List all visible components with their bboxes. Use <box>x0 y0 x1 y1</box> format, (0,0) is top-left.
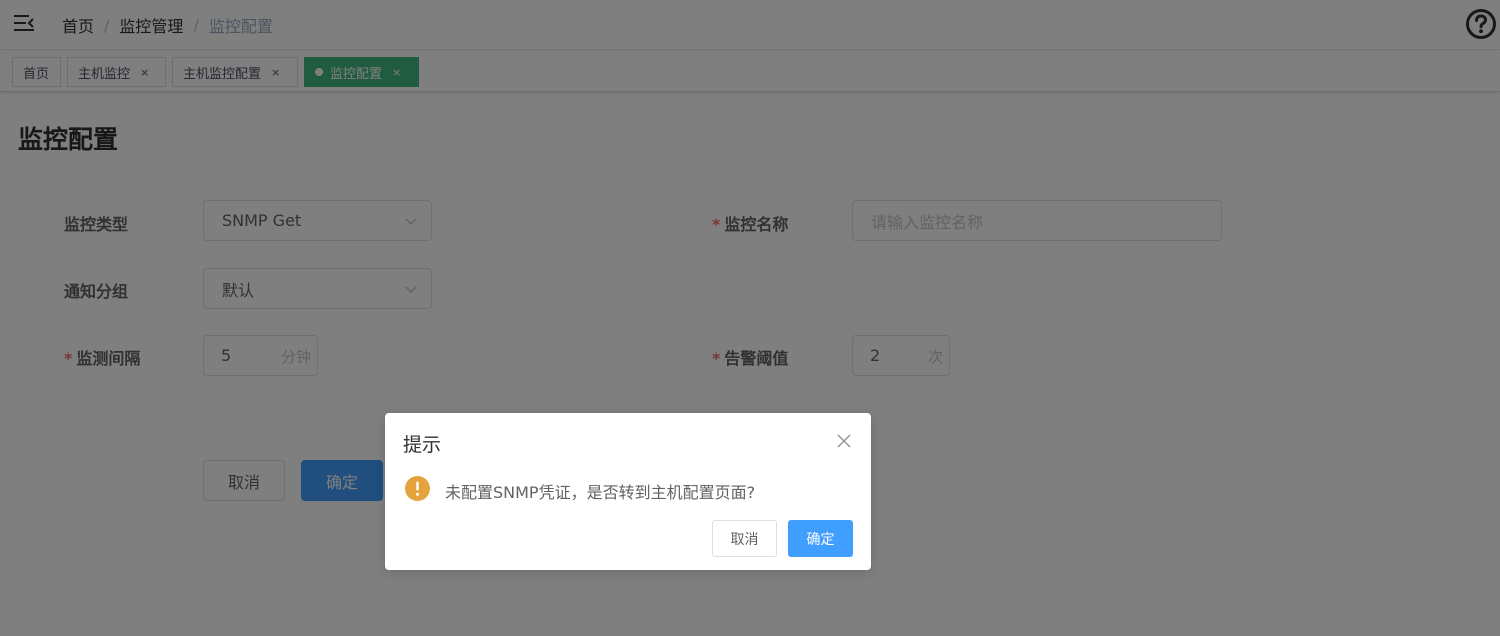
dialog-title: 提示 <box>403 434 442 456</box>
warning-icon <box>405 476 430 501</box>
dialog-cancel-button[interactable]: 取消 <box>712 520 777 557</box>
dialog-confirm-button[interactable]: 确定 <box>788 520 853 557</box>
close-icon[interactable] <box>837 434 851 448</box>
dialog-message: 未配置SNMP凭证，是否转到主机配置页面? <box>445 483 756 502</box>
confirm-dialog: 提示 未配置SNMP凭证，是否转到主机配置页面? 取消 确定 <box>385 413 871 570</box>
